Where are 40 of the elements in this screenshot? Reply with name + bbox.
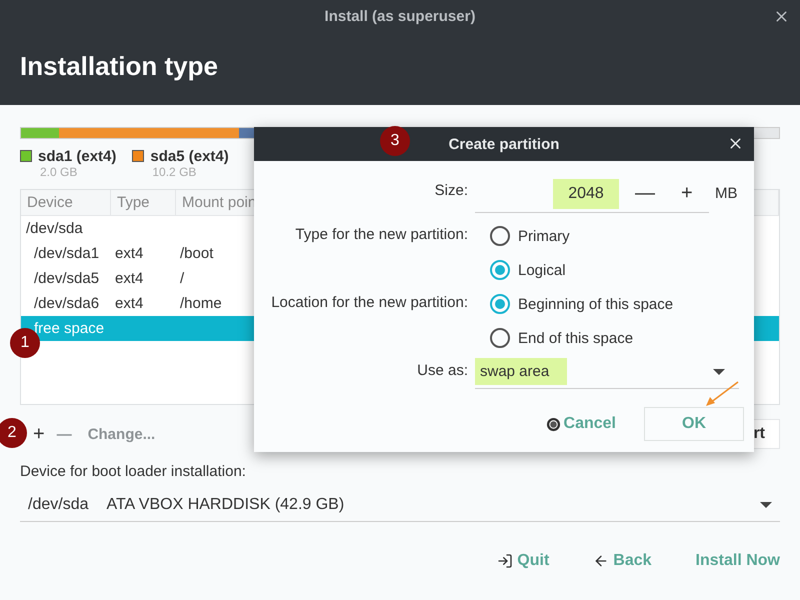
legend-size: 2.0 GB	[40, 165, 78, 179]
use-as-value: swap area	[475, 358, 567, 385]
radio-option[interactable]: Beginning of this space	[475, 287, 674, 321]
cancel-icon	[546, 416, 561, 432]
size-label: Size:	[434, 181, 469, 199]
quit-icon	[497, 553, 514, 569]
page-title: Installation type	[20, 50, 218, 82]
device-name: /dev/sda	[28, 496, 88, 514]
annotation-badge: 2	[0, 418, 27, 448]
mount-cell-text: /boot	[179, 245, 214, 262]
type-cell-text: ext4	[114, 295, 144, 312]
partition-button[interactable]: +	[29, 422, 49, 446]
type-cell-text: ext4	[114, 245, 144, 262]
legend-label: sda5 (ext4)	[150, 148, 229, 165]
type-cell-text: ext4	[114, 270, 144, 287]
use-as-dropdown[interactable]: swap area	[475, 355, 739, 389]
device-cell-text: /dev/sda6	[33, 295, 100, 312]
dropdown-caret-icon	[713, 368, 725, 374]
size-input[interactable]: 2048	[553, 178, 619, 208]
bootloader-label: Device for boot loader installation:	[20, 463, 247, 480]
increment-button[interactable]: +	[671, 182, 703, 205]
dropdown-caret-icon	[760, 502, 772, 508]
device-cell-text: /dev/sda1	[33, 245, 100, 262]
unit-label: MB	[715, 185, 738, 202]
legend-size: 10.2 GB	[152, 165, 198, 179]
decrement-button[interactable]: —	[625, 182, 665, 205]
use-as-label: Use as:	[416, 361, 469, 379]
legend-label: sda1 (ext4)	[38, 148, 116, 165]
radio-option[interactable]: Logical	[475, 253, 570, 287]
bootloader-dropdown[interactable]: /dev/sda ATA VBOX HARDDISK (42.9 GB)	[20, 488, 780, 522]
window-title: Install (as superuser)	[324, 8, 476, 25]
device-cell-text: /dev/sda5	[33, 270, 100, 287]
type-label: Type for the new partition:	[294, 225, 469, 243]
dialog-title: Create partition	[448, 136, 560, 152]
radio-option[interactable]: End of this space	[475, 321, 674, 355]
device-description: ATA VBOX HARDDISK (42.9 GB)	[106, 496, 344, 514]
annotation-arrow	[704, 380, 740, 408]
mount-cell-text: /	[179, 270, 186, 287]
radio-option[interactable]: Primary	[475, 219, 570, 253]
location-label: Location for the new partition:	[270, 293, 469, 311]
